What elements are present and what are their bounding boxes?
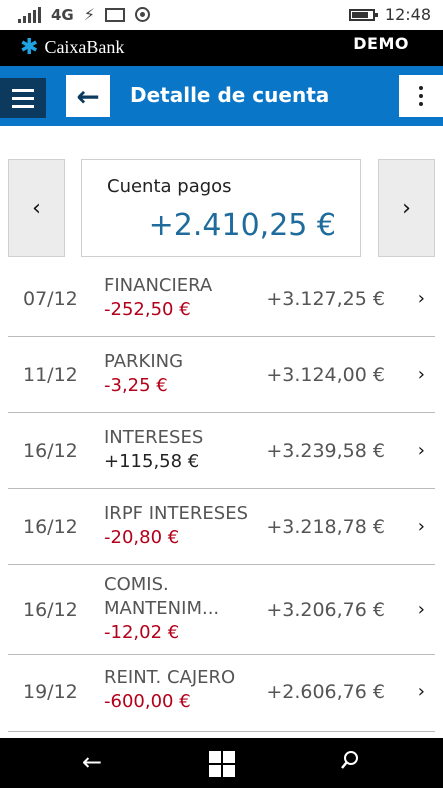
hamburger-icon [12, 88, 34, 92]
windows-logo-icon [209, 751, 221, 763]
chevron-right-icon: › [417, 288, 425, 309]
transaction-date: 16/12 [23, 516, 78, 538]
app-header: ← Detalle de cuenta [0, 66, 443, 126]
transaction-row[interactable]: 16/12 INTERESES +115,58 € +3.239,58 € › [8, 413, 435, 489]
account-card: Cuenta pagos +2.410,25 € [81, 159, 361, 257]
chevron-right-icon: › [417, 364, 425, 385]
clock: 12:48 [384, 5, 431, 24]
transaction-amount: -3,25 € [104, 375, 168, 396]
brand-bar: ✱ CaixaBank DEMO [0, 30, 443, 66]
transaction-date: 19/12 [23, 681, 78, 703]
transaction-details: PARKING -3,25 € [104, 350, 183, 398]
transaction-details: INTERESES +115,58 € [104, 426, 203, 474]
transaction-row[interactable]: 16/12 COMIS. MANTENIM... -12,02 € +3.206… [8, 565, 435, 655]
transaction-row[interactable]: 07/12 FINANCIERA -252,50 € +3.127,25 € › [8, 260, 435, 337]
system-back-button[interactable]: ← [82, 748, 102, 776]
caixabank-star-icon: ✱ [20, 34, 39, 59]
transaction-row[interactable]: 19/12 REINT. CAJERO -600,00 € +2.606,76 … [8, 655, 435, 732]
transaction-balance: +3.218,78 € [266, 516, 385, 538]
previous-account-button[interactable]: ‹ [8, 159, 65, 257]
transaction-amount: -252,50 € [104, 299, 191, 320]
account-name: Cuenta pagos [107, 176, 232, 197]
transaction-description: IRPF INTERESES [104, 503, 248, 524]
transaction-description-continued: MANTENIM... [104, 598, 220, 619]
transaction-balance: +2.606,76 € [266, 681, 385, 703]
transaction-date: 11/12 [23, 364, 78, 386]
hamburger-menu-button[interactable] [0, 78, 46, 118]
location-icon [134, 7, 150, 22]
account-balance: +2.410,25 € [148, 208, 336, 243]
transaction-date: 16/12 [23, 440, 78, 462]
status-left: 4G ⚡ [18, 5, 150, 24]
chevron-right-icon: › [417, 599, 425, 620]
transaction-amount: -600,00 € [104, 691, 191, 712]
battery-icon [348, 8, 378, 21]
transaction-date: 16/12 [23, 599, 78, 621]
transaction-balance: +3.124,00 € [266, 364, 385, 386]
status-right: 12:48 [348, 5, 431, 24]
signal-icon [18, 6, 41, 23]
more-vertical-icon [419, 86, 423, 90]
system-search-button[interactable] [340, 749, 358, 775]
transaction-description: PARKING [104, 351, 184, 372]
transaction-description: REINT. CAJERO [104, 667, 236, 688]
chevron-right-icon: › [417, 516, 425, 537]
data-sync-icon: ⚡ [83, 5, 95, 24]
transaction-details: REINT. CAJERO -600,00 € [104, 666, 235, 714]
system-nav-bar: ← [0, 738, 443, 788]
transaction-description: FINANCIERA [104, 275, 213, 296]
transaction-date: 07/12 [23, 288, 78, 310]
transaction-amount: -20,80 € [104, 527, 180, 548]
chevron-right-icon: › [417, 440, 425, 461]
brand-name: CaixaBank [44, 36, 125, 57]
search-icon [341, 751, 358, 769]
back-button[interactable]: ← [66, 75, 110, 117]
transaction-balance: +3.127,25 € [266, 288, 385, 310]
chevron-right-icon: › [417, 681, 425, 702]
demo-label: DEMO [353, 34, 409, 53]
transaction-amount: +115,58 € [104, 451, 200, 472]
transaction-description: COMIS. [104, 574, 169, 595]
transaction-row[interactable]: 11/12 PARKING -3,25 € +3.124,00 € › [8, 337, 435, 413]
windows-start-button[interactable] [209, 751, 235, 777]
message-icon [104, 7, 125, 22]
transaction-list: 07/12 FINANCIERA -252,50 € +3.127,25 € ›… [8, 260, 435, 732]
transaction-details: FINANCIERA -252,50 € [104, 274, 212, 322]
chevron-right-icon: › [402, 195, 411, 221]
transaction-amount: -12,02 € [104, 622, 180, 643]
network-label: 4G [51, 5, 74, 24]
transaction-description: INTERESES [104, 427, 204, 448]
chevron-left-icon: ‹ [32, 195, 41, 221]
transaction-balance: +3.206,76 € [266, 599, 385, 621]
page-title: Detalle de cuenta [130, 83, 330, 107]
transaction-balance: +3.239,58 € [266, 440, 385, 462]
more-options-button[interactable] [399, 75, 443, 117]
brand-logo: ✱ CaixaBank [20, 36, 124, 58]
next-account-button[interactable]: › [378, 159, 435, 257]
status-bar: 4G ⚡ 12:48 [0, 0, 443, 30]
transaction-row[interactable]: 16/12 IRPF INTERESES -20,80 € +3.218,78 … [8, 489, 435, 565]
transaction-details: COMIS. MANTENIM... -12,02 € [104, 573, 219, 645]
arrow-left-icon: ← [76, 79, 100, 113]
arrow-left-icon: ← [82, 748, 103, 776]
transaction-details: IRPF INTERESES -20,80 € [104, 502, 248, 550]
